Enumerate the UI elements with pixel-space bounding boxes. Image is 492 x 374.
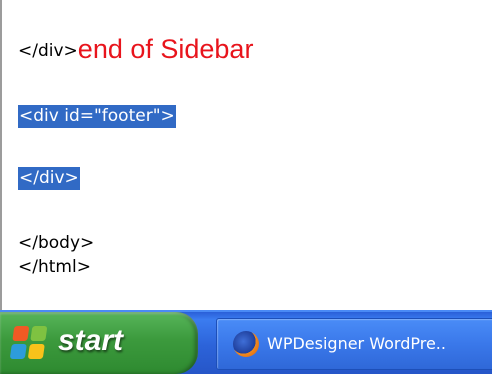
code-line-footer-open: <div id="footer"> bbox=[18, 105, 176, 128]
selected-code-text: <div id="footer"> bbox=[18, 105, 176, 128]
firefox-icon bbox=[233, 331, 259, 357]
code-line-div-close: </div>end of Sidebar bbox=[18, 36, 253, 63]
start-button[interactable]: start bbox=[0, 312, 198, 374]
start-label: start bbox=[58, 324, 124, 357]
code-text: </div> bbox=[18, 41, 78, 61]
taskbar-button-label: WPDesigner WordPre.. bbox=[267, 334, 446, 353]
taskbar: start WPDesigner WordPre.. bbox=[0, 310, 492, 374]
windows-logo-icon bbox=[9, 326, 49, 360]
code-line-html-close: </html> bbox=[18, 256, 91, 278]
code-line-body-close: </body> bbox=[18, 232, 94, 254]
sidebar-annotation: end of Sidebar bbox=[77, 34, 254, 64]
code-line-footer-close: </div> bbox=[18, 167, 80, 190]
taskbar-button-wpdesigner[interactable]: WPDesigner WordPre.. bbox=[216, 318, 492, 370]
code-text: </html> bbox=[18, 257, 91, 277]
code-text: </body> bbox=[18, 233, 95, 253]
code-editor[interactable]: </div>end of Sidebar <div id="footer"> <… bbox=[0, 0, 492, 310]
selected-code-text: </div> bbox=[18, 167, 80, 190]
